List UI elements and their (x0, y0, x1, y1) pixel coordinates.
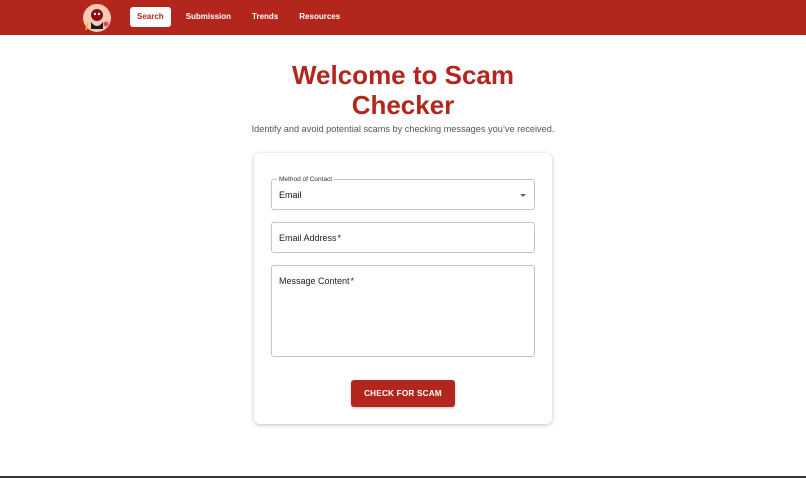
email-address-field[interactable]: Email Address* (271, 222, 535, 253)
top-navbar: Search Submission Trends Resources (0, 0, 806, 35)
main-nav: Search Submission Trends Resources (130, 7, 351, 27)
scam-check-form-card: Method of Contact Email Email Address* M… (254, 153, 552, 424)
nav-submission[interactable]: Submission (176, 7, 241, 27)
message-content-label-text: Message Content (279, 276, 350, 286)
required-mark: * (337, 233, 342, 243)
email-address-label-text: Email Address (279, 233, 337, 243)
method-of-contact-value: Email (279, 190, 302, 200)
nav-search[interactable]: Search (130, 7, 171, 27)
message-content-field[interactable]: Message Content* (271, 265, 535, 357)
page-title-line-1: Welcome to Scam (291, 60, 515, 90)
page-title-line-2: Checker (351, 90, 455, 120)
devil-mascot-icon[interactable] (82, 2, 112, 33)
nav-resources[interactable]: Resources (289, 7, 350, 27)
nav-trends[interactable]: Trends (242, 7, 288, 27)
caret-down-icon[interactable] (520, 194, 526, 197)
page-subtitle: Identify and avoid potential scams by ch… (251, 124, 555, 134)
check-for-scam-button[interactable]: CHECK FOR SCAM (351, 380, 455, 407)
method-of-contact-label: Method of Contact (277, 175, 335, 184)
required-mark: * (350, 276, 355, 286)
page-title: Welcome to Scam Checker (0, 60, 806, 120)
message-content-label: Message Content* (279, 276, 354, 286)
email-address-label: Email Address* (279, 233, 341, 243)
method-of-contact-select[interactable]: Method of Contact Email (271, 175, 535, 210)
